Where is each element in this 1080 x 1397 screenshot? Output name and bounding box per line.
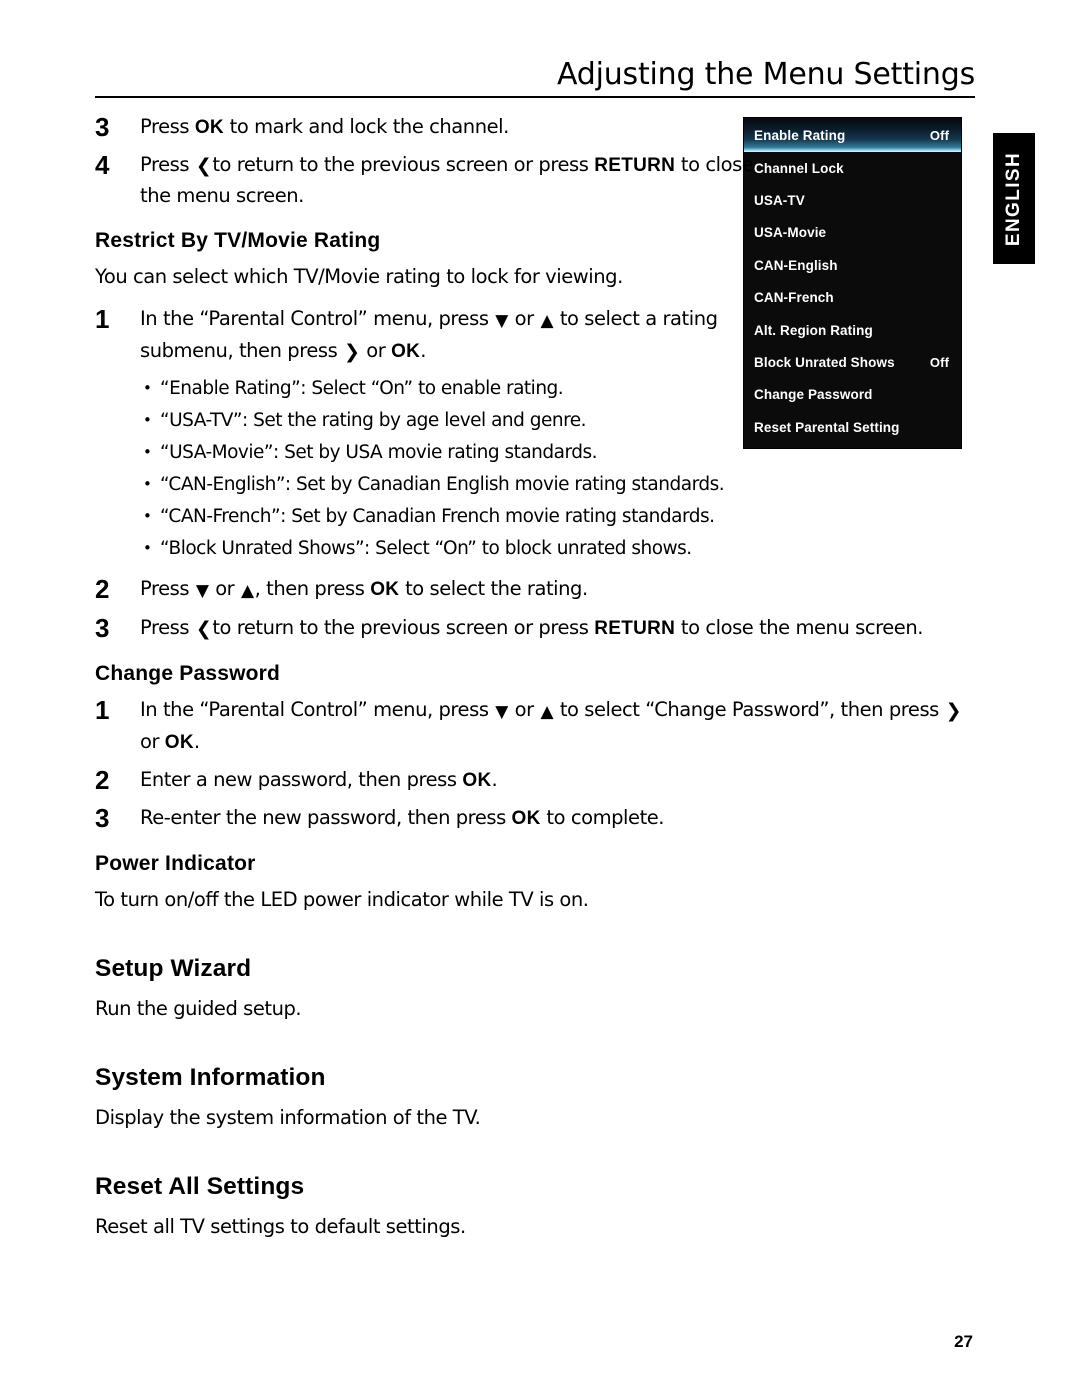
instruction-step: 2 Press ▼ or ▲, then press OK to select … — [95, 574, 985, 606]
step-number: 4 — [95, 150, 110, 180]
step-text: Re-enter the new password, then press OK… — [140, 806, 665, 829]
list-item: “CAN-English”: Set by Canadian English m… — [95, 469, 985, 500]
instruction-step: 3 Press ❮to return to the previous scree… — [95, 613, 985, 644]
header-divider — [95, 96, 975, 98]
key-ok: OK — [391, 341, 421, 362]
key-ok: OK — [462, 770, 492, 791]
instruction-step: 2 Enter a new password, then press OK. — [95, 765, 985, 796]
list-item: “Block Unrated Shows”: Select “On” to bl… — [95, 533, 985, 564]
step-text: Press ▼ or ▲, then press OK to select th… — [140, 574, 985, 606]
list-item: “Enable Rating”: Select “On” to enable r… — [95, 373, 985, 404]
step-text: In the “Parental Control” menu, press ▼ … — [140, 698, 962, 753]
chevron-up-icon: ▲ — [540, 311, 554, 331]
step-number: 2 — [95, 765, 110, 795]
list-item: “USA-Movie”: Set by USA movie rating sta… — [95, 437, 985, 468]
chevron-right-icon: ❯ — [945, 700, 962, 722]
instruction-step: 3 Press OK to mark and lock the channel. — [95, 112, 985, 143]
language-tab: ENGLISH — [993, 133, 1035, 264]
instruction-step: 4 Press ❮to return to the previous scree… — [95, 150, 985, 211]
instruction-step: 3 Re-enter the new password, then press … — [95, 803, 985, 834]
chevron-down-icon: ▼ — [495, 311, 508, 331]
step-text: Press ❮to return to the previous screen … — [140, 613, 985, 644]
key-ok: OK — [164, 732, 194, 753]
step-number: 3 — [95, 613, 110, 643]
chevron-left-icon: ❮ — [195, 618, 212, 640]
section-body-setup-wizard: Run the guided setup. — [95, 997, 302, 1020]
step-text: Press ❮to return to the previous screen … — [140, 153, 754, 207]
section-heading-power-indicator: Power Indicator — [95, 852, 256, 875]
section-body-power-indicator: To turn on/off the LED power indicator w… — [95, 888, 589, 911]
page-title: Adjusting the Menu Settings — [556, 57, 975, 92]
list-item: “USA-TV”: Set the rating by age level an… — [95, 405, 985, 436]
step-number: 1 — [95, 695, 110, 725]
main-content: 3 Press OK to mark and lock the channel.… — [95, 112, 985, 1242]
step-number: 3 — [95, 112, 110, 142]
section-heading-change-password: Change Password — [95, 662, 281, 685]
section-heading-setup-wizard: Setup Wizard — [95, 955, 252, 982]
instruction-step: 1 In the “Parental Control” menu, press … — [95, 695, 985, 758]
chevron-down-icon: ▼ — [195, 581, 209, 601]
step-text: In the “Parental Control” menu, press ▼ … — [140, 304, 780, 367]
page-header: Adjusting the Menu Settings — [95, 58, 975, 98]
chevron-down-icon: ▼ — [495, 702, 508, 722]
key-ok: OK — [194, 117, 224, 138]
instruction-step: 1 In the “Parental Control” menu, press … — [95, 304, 985, 367]
section-body-system-information: Display the system information of the TV… — [95, 1106, 481, 1129]
step-number: 2 — [95, 574, 110, 604]
section-intro-restrict-rating: You can select which TV/Movie rating to … — [95, 265, 623, 288]
key-ok: OK — [511, 808, 541, 829]
section-body-reset-all-settings: Reset all TV settings to default setting… — [95, 1215, 466, 1238]
rating-submenu-bullet-list: “Enable Rating”: Select “On” to enable r… — [95, 373, 985, 564]
list-item: “CAN-French”: Set by Canadian French mov… — [95, 501, 985, 532]
section-heading-system-information: System Information — [95, 1064, 326, 1091]
chevron-left-icon: ❮ — [195, 155, 212, 177]
language-tab-label: ENGLISH — [1003, 151, 1025, 246]
section-heading-restrict-rating: Restrict By TV/Movie Rating — [95, 229, 381, 252]
step-text: Press OK to mark and lock the channel. — [140, 115, 509, 138]
key-ok: OK — [370, 579, 400, 600]
page-number: 27 — [954, 1332, 973, 1351]
chevron-up-icon: ▲ — [540, 702, 554, 722]
section-heading-reset-all-settings: Reset All Settings — [95, 1173, 305, 1200]
key-return: RETURN — [594, 618, 676, 639]
chevron-right-icon: ❯ — [344, 341, 360, 363]
step-number: 3 — [95, 803, 110, 833]
step-text: Enter a new password, then press OK. — [140, 768, 498, 791]
key-return: RETURN — [594, 155, 676, 176]
chevron-up-icon: ▲ — [241, 581, 254, 601]
step-number: 1 — [95, 304, 110, 334]
